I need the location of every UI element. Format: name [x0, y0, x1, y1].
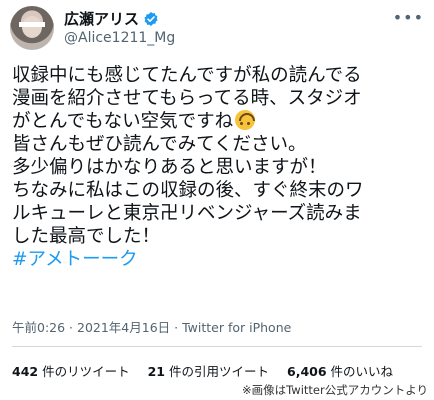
avatar[interactable]	[10, 6, 54, 50]
tweet-line: した最高でした！	[12, 226, 161, 247]
image-credit: ※画像はTwitter公式アカウントより	[242, 383, 428, 397]
tweet-line: 皆さんもぜひ読んでみてください。	[12, 134, 307, 155]
tweet-line: ルキューレと東京卍リベンジャーズ読みま	[12, 203, 362, 224]
more-options-icon[interactable]: •••	[393, 8, 424, 27]
verified-badge-icon	[144, 11, 158, 26]
upside-down-face-icon	[235, 110, 256, 130]
quotes-stat[interactable]: 21 件の引用ツイート	[148, 361, 269, 380]
tweet-line: がとんでもない空気ですね	[12, 111, 234, 132]
engagement-stats: 442 件のリツイート 21 件の引用ツイート 6,406 件のいいね	[12, 361, 393, 380]
author-name-row: 広瀬アリス	[64, 8, 159, 29]
likes-count: 6,406	[287, 364, 327, 379]
likes-label: 件のいいね	[330, 364, 394, 379]
tweet-line: 収録中にも感じてたんですが私の読んでる	[12, 65, 362, 86]
tweet-line: 漫画を紹介させてもらってる時、スタジオ	[12, 88, 362, 109]
divider	[12, 346, 422, 347]
retweets-stat[interactable]: 442 件のリツイート	[12, 361, 130, 380]
quotes-label: 件の引用ツイート	[168, 364, 269, 379]
likes-stat[interactable]: 6,406 件のいいね	[287, 361, 393, 380]
tweet-line-with-emoji: がとんでもない空気ですね	[12, 110, 428, 133]
retweets-label: 件のリツイート	[42, 364, 130, 379]
quotes-count: 21	[147, 364, 165, 379]
retweets-count: 442	[12, 364, 39, 379]
tweet-line: ちなみに私はこの収録の後、すぐ終末のワ	[12, 180, 364, 201]
tweet-timestamp[interactable]: 午前0:26 · 2021年4月16日 · Twitter for iPhone	[12, 317, 291, 336]
avatar-censor-band	[19, 22, 45, 27]
tweet-card: 広瀬アリス @Alice1211_Mg ••• 収録中にも感じてたんですが私の読…	[0, 0, 434, 400]
tweet-text: 収録中にも感じてたんですが私の読んでる 漫画を紹介させてもらってる時、スタジオ …	[12, 64, 428, 271]
hashtag-link[interactable]: #アメトーーク	[12, 248, 428, 271]
author-handle[interactable]: @Alice1211_Mg	[64, 30, 175, 46]
tweet-line: 多少偏りはかなりあると思いますが！	[12, 157, 327, 178]
avatar-face	[22, 16, 42, 38]
author-display-name[interactable]: 広瀬アリス	[64, 8, 139, 29]
